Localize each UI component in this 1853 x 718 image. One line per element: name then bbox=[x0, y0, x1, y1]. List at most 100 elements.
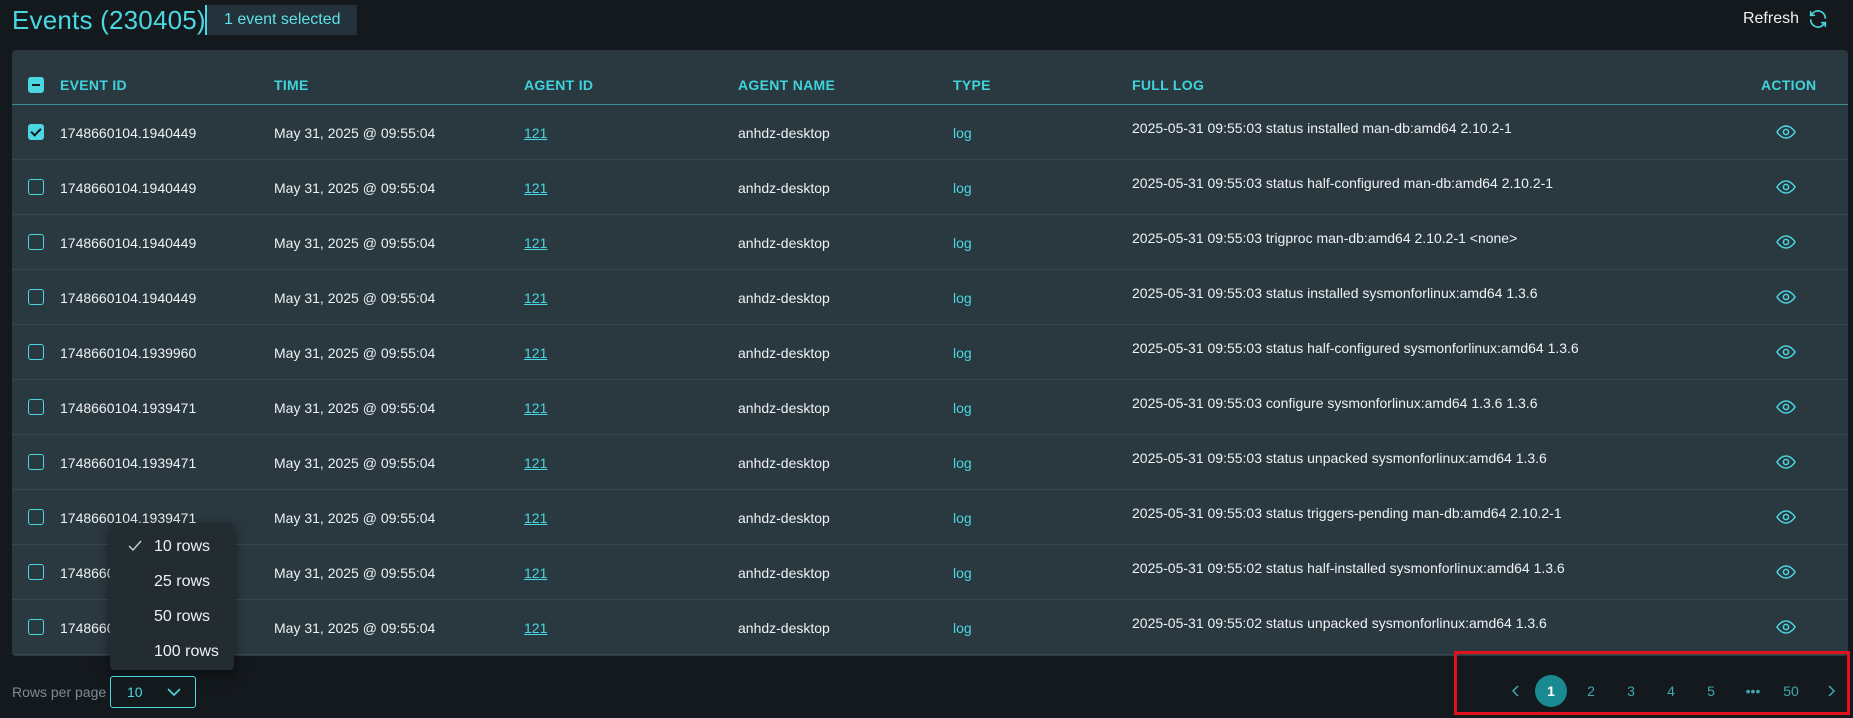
agent-id-link[interactable]: 121 bbox=[524, 125, 547, 141]
view-details-button[interactable] bbox=[1776, 619, 1796, 635]
row-checkbox[interactable] bbox=[28, 124, 44, 140]
agent-id-link[interactable]: 121 bbox=[524, 345, 547, 361]
prev-page-button[interactable] bbox=[1500, 675, 1532, 707]
column-agent-id[interactable]: AGENT ID bbox=[524, 77, 593, 93]
type-cell: log bbox=[953, 565, 972, 581]
column-type[interactable]: TYPE bbox=[953, 77, 991, 93]
time-cell: May 31, 2025 @ 09:55:04 bbox=[274, 565, 436, 581]
table-header: EVENT ID TIME AGENT ID AGENT NAME TYPE F… bbox=[12, 50, 1848, 105]
table-row[interactable]: 1748660104.1940449 May 31, 2025 @ 09:55:0… bbox=[12, 215, 1848, 270]
refresh-button[interactable]: Refresh bbox=[1743, 8, 1829, 30]
eye-icon bbox=[1776, 290, 1796, 309]
time-cell: May 31, 2025 @ 09:55:04 bbox=[274, 510, 436, 526]
row-checkbox[interactable] bbox=[28, 509, 44, 525]
agent-id-link[interactable]: 121 bbox=[524, 400, 547, 416]
page-header: Events (230405) 1 event selected Refresh bbox=[0, 0, 1853, 48]
page-button-1[interactable]: 1 bbox=[1535, 675, 1567, 707]
agent-id-link[interactable]: 121 bbox=[524, 180, 547, 196]
rows-option-10[interactable]: 10 rows bbox=[110, 529, 234, 564]
row-checkbox[interactable] bbox=[28, 564, 44, 580]
agent-id-link[interactable]: 121 bbox=[524, 565, 547, 581]
row-checkbox[interactable] bbox=[28, 454, 44, 470]
type-cell: log bbox=[953, 290, 972, 306]
table-row[interactable]: 1748660104.1939960 May 31, 2025 @ 09:55:0… bbox=[12, 325, 1848, 380]
agent-id-link[interactable]: 121 bbox=[524, 235, 547, 251]
rows-per-page-select[interactable]: 10 bbox=[110, 676, 196, 708]
time-cell: May 31, 2025 @ 09:55:04 bbox=[274, 620, 436, 636]
agent-name-cell: anhdz-desktop bbox=[738, 290, 830, 306]
events-table: EVENT ID TIME AGENT ID AGENT NAME TYPE F… bbox=[12, 50, 1848, 656]
table-row[interactable]: 174866010 May 31, 2025 @ 09:55:04 121 anhdz… bbox=[12, 545, 1848, 600]
rows-option-label: 50 rows bbox=[154, 608, 211, 625]
agent-name-cell: anhdz-desktop bbox=[738, 345, 830, 361]
time-cell: May 31, 2025 @ 09:55:04 bbox=[274, 290, 436, 306]
row-checkbox[interactable] bbox=[28, 344, 44, 360]
pagination-ellipsis[interactable]: ••• bbox=[1737, 675, 1769, 707]
full-log-cell: 2025-05-31 09:55:03 status half-configur… bbox=[1132, 340, 1579, 356]
column-agent-name[interactable]: AGENT NAME bbox=[738, 77, 835, 93]
page-button-3[interactable]: 3 bbox=[1615, 675, 1647, 707]
rows-per-page-value: 10 bbox=[127, 684, 143, 700]
event-id-cell: 1748660104.1939471 bbox=[60, 455, 197, 471]
table-row[interactable]: 1748660104.1940449 May 31, 2025 @ 09:55:0… bbox=[12, 160, 1848, 215]
row-checkbox[interactable] bbox=[28, 179, 44, 195]
row-checkbox[interactable] bbox=[28, 399, 44, 415]
page-button-5[interactable]: 5 bbox=[1695, 675, 1727, 707]
time-cell: May 31, 2025 @ 09:55:04 bbox=[274, 180, 436, 196]
eye-icon bbox=[1776, 345, 1796, 364]
time-cell: May 31, 2025 @ 09:55:04 bbox=[274, 400, 436, 416]
rows-option-25[interactable]: 25 rows bbox=[110, 564, 234, 599]
table-row[interactable]: 1748660104.1940449 May 31, 2025 @ 09:55:0… bbox=[12, 270, 1848, 325]
table-row[interactable]: 1748660104.1939471 May 31, 2025 @ 09:55:0… bbox=[12, 490, 1848, 545]
refresh-icon bbox=[1809, 10, 1827, 28]
agent-name-cell: anhdz-desktop bbox=[738, 400, 830, 416]
chevron-left-icon bbox=[1511, 685, 1519, 697]
agent-name-cell: anhdz-desktop bbox=[738, 510, 830, 526]
column-full-log[interactable]: FULL LOG bbox=[1132, 77, 1204, 93]
row-checkbox[interactable] bbox=[28, 619, 44, 635]
rows-option-100[interactable]: 100 rows bbox=[110, 634, 234, 669]
view-details-button[interactable] bbox=[1776, 289, 1796, 305]
agent-name-cell: anhdz-desktop bbox=[738, 455, 830, 471]
selection-badge: 1 event selected bbox=[205, 5, 357, 35]
rows-option-label: 25 rows bbox=[154, 573, 211, 590]
column-action: ACTION bbox=[1761, 77, 1817, 93]
select-all-checkbox[interactable] bbox=[28, 77, 44, 93]
view-details-button[interactable] bbox=[1776, 564, 1796, 580]
view-details-button[interactable] bbox=[1776, 399, 1796, 415]
column-event-id[interactable]: EVENT ID bbox=[60, 77, 127, 93]
table-row[interactable]: 1748660104.1940449 May 31, 2025 @ 09:55:0… bbox=[12, 105, 1848, 160]
page-button-50[interactable]: 50 bbox=[1775, 675, 1807, 707]
view-details-button[interactable] bbox=[1776, 179, 1796, 195]
view-details-button[interactable] bbox=[1776, 344, 1796, 360]
view-details-button[interactable] bbox=[1776, 234, 1796, 250]
rows-option-50[interactable]: 50 rows bbox=[110, 599, 234, 634]
event-id-cell: 1748660104.1940449 bbox=[60, 290, 197, 306]
agent-id-link[interactable]: 121 bbox=[524, 510, 547, 526]
event-id-cell: 1748660104.1940449 bbox=[60, 180, 197, 196]
agent-id-link[interactable]: 121 bbox=[524, 620, 547, 636]
table-row[interactable]: 174866010 May 31, 2025 @ 09:55:04 121 anhdz… bbox=[12, 600, 1848, 655]
table-row[interactable]: 1748660104.1939471 May 31, 2025 @ 09:55:0… bbox=[12, 380, 1848, 435]
agent-name-cell: anhdz-desktop bbox=[738, 125, 830, 141]
view-details-button[interactable] bbox=[1776, 124, 1796, 140]
column-time[interactable]: TIME bbox=[274, 77, 309, 93]
rows-per-page-menu: 10 rows 25 rows 50 rows 100 rows bbox=[110, 523, 234, 670]
eye-icon bbox=[1776, 400, 1796, 419]
time-cell: May 31, 2025 @ 09:55:04 bbox=[274, 345, 436, 361]
row-checkbox[interactable] bbox=[28, 234, 44, 250]
page-button-2[interactable]: 2 bbox=[1575, 675, 1607, 707]
view-details-button[interactable] bbox=[1776, 509, 1796, 525]
table-row[interactable]: 1748660104.1939471 May 31, 2025 @ 09:55:0… bbox=[12, 435, 1848, 490]
row-checkbox[interactable] bbox=[28, 289, 44, 305]
view-details-button[interactable] bbox=[1776, 454, 1796, 470]
time-cell: May 31, 2025 @ 09:55:04 bbox=[274, 455, 436, 471]
page-button-4[interactable]: 4 bbox=[1655, 675, 1687, 707]
event-id-cell: 1748660104.1940449 bbox=[60, 235, 197, 251]
full-log-cell: 2025-05-31 09:55:03 status triggers-pend… bbox=[1132, 505, 1562, 521]
next-page-button[interactable] bbox=[1815, 675, 1847, 707]
event-id-cell: 1748660104.1939471 bbox=[60, 400, 197, 416]
agent-id-link[interactable]: 121 bbox=[524, 455, 547, 471]
agent-id-link[interactable]: 121 bbox=[524, 290, 547, 306]
rows-per-page-label: Rows per page bbox=[12, 684, 107, 700]
